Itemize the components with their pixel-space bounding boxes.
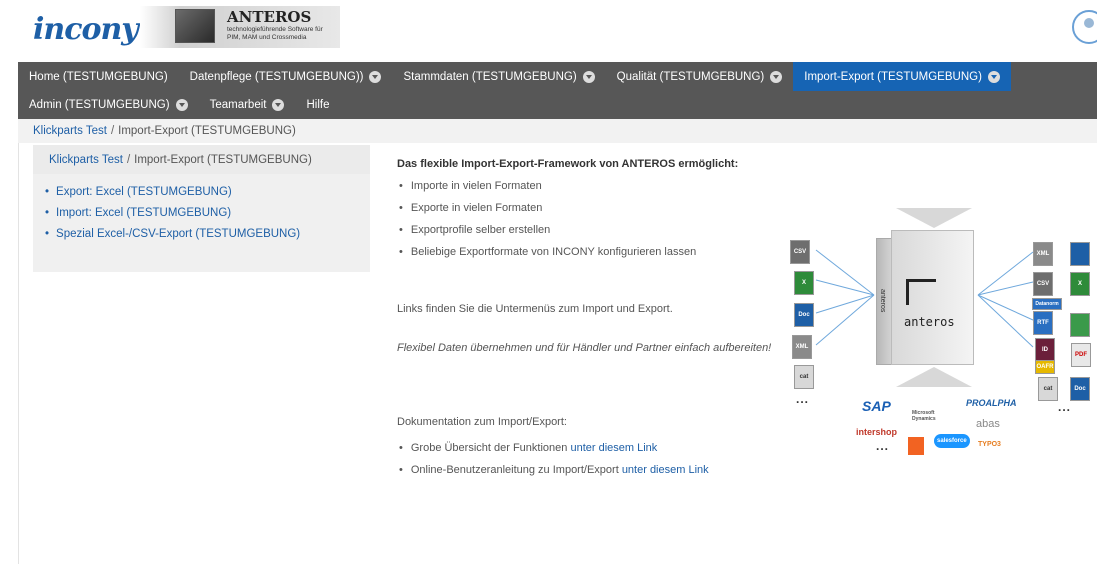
chevron-down-icon — [770, 70, 783, 83]
database-file-icon — [1070, 242, 1090, 266]
nav-datenpflege[interactable]: Datenpflege (TESTUMGEBUNG)) — [179, 62, 393, 91]
indesign-file-icon: ID — [1035, 338, 1055, 362]
more-dots: ... — [1058, 400, 1072, 414]
excel-file-icon: X — [794, 271, 814, 295]
intershop-logo: intershop — [856, 427, 898, 437]
feature-list: Importe in vielen Formaten Exporte in vi… — [397, 180, 797, 258]
abas-logo: abas — [976, 418, 1000, 430]
diagram-triangle-top — [896, 208, 972, 228]
breadcrumb-separator: / — [110, 125, 115, 137]
breadcrumb-root-link[interactable]: Klickparts Test — [33, 125, 107, 137]
list-item: Exportprofile selber erstellen — [399, 224, 797, 236]
user-avatar-icon[interactable] — [1072, 10, 1097, 44]
more-dots: ... — [796, 392, 810, 406]
salesforce-logo: salesforce — [934, 434, 970, 448]
nav-home[interactable]: Home (TESTUMGEBUNG) — [18, 62, 179, 91]
nav-teamarbeit[interactable]: Teamarbeit — [199, 91, 296, 119]
nav-row-2: Admin (TESTUMGEBUNG) Teamarbeit Hilfe — [18, 91, 340, 119]
nav-hilfe[interactable]: Hilfe — [295, 91, 340, 119]
anteros-logo-image — [175, 9, 215, 43]
sap-logo: SAP — [862, 398, 891, 414]
flex-text: Flexibel Daten übernehmen und für Händle… — [397, 342, 772, 354]
excel-file-icon: X — [1070, 272, 1090, 296]
microsoft-dynamics-logo: Microsoft Dynamics — [912, 410, 936, 422]
main-heading: Das flexible Import-Export-Framework von… — [397, 158, 739, 170]
catalog-file-icon: cat — [1038, 377, 1058, 401]
sidebar-breadcrumb-root[interactable]: Klickparts Test — [49, 154, 123, 166]
xml-file-icon: XML — [792, 335, 812, 359]
chevron-down-icon — [369, 70, 382, 83]
magento-logo-icon — [908, 437, 924, 455]
sidebar-breadcrumb-separator: / — [126, 153, 131, 166]
main-content: Das flexible Import-Export-Framework von… — [397, 158, 797, 476]
datanorm-file-icon: Datanorm — [1032, 298, 1062, 310]
breadcrumb-current: Import-Export (TESTUMGEBUNG) — [118, 125, 296, 137]
rtf-file-icon: RTF — [1033, 311, 1053, 335]
main-nav: Home (TESTUMGEBUNG) Datenpflege (TESTUMG… — [18, 62, 1097, 119]
list-item: Importe in vielen Formaten — [399, 180, 797, 192]
sidebar-breadcrumb-current: Import-Export (TESTUMGEBUNG) — [134, 153, 312, 166]
doc-list: Grobe Übersicht der Funktionen unter die… — [397, 442, 797, 486]
list-item: Beliebige Exportformate von INCONY konfi… — [399, 246, 797, 258]
divider — [18, 143, 19, 564]
nav-import-export[interactable]: Import-Export (TESTUMGEBUNG) — [793, 62, 1011, 91]
chevron-down-icon — [582, 70, 595, 83]
nav-qualitaet[interactable]: Qualität (TESTUMGEBUNG) — [606, 62, 794, 91]
chevron-down-icon — [987, 70, 1000, 83]
chevron-down-icon — [175, 99, 188, 111]
breadcrumb: Klickparts Test / Import-Export (TESTUMG… — [18, 119, 1097, 143]
links-text: Links finden Sie die Untermenüs zum Impo… — [397, 303, 673, 315]
sidebar: Klickparts Test / Import-Export (TESTUMG… — [33, 145, 370, 272]
nav-row-1: Home (TESTUMGEBUNG) Datenpflege (TESTUMG… — [18, 62, 1011, 91]
csv-file-icon: CSV — [790, 240, 810, 264]
sidebar-item-export-excel[interactable]: Export: Excel (TESTUMGEBUNG) — [45, 186, 370, 198]
list-item: Grobe Übersicht der Funktionen unter die… — [399, 442, 797, 454]
anteros-logo-title: ANTEROS — [227, 8, 312, 26]
xml-file-icon: XML — [1033, 242, 1053, 266]
document-file-icon: Doc — [794, 303, 814, 327]
diagram-triangle-bottom — [896, 367, 972, 387]
sidebar-item-import-excel[interactable]: Import: Excel (TESTUMGEBUNG) — [45, 207, 370, 219]
sidebar-item-spezial-export[interactable]: Spezial Excel-/CSV-Export (TESTUMGEBUNG) — [45, 228, 370, 240]
typo3-logo: TYPO3 — [978, 441, 1001, 448]
doku-heading: Dokumentation zum Import/Export: — [397, 416, 567, 428]
anteros-box-side: anteros — [876, 238, 892, 365]
sidebar-menu: Export: Excel (TESTUMGEBUNG) Import: Exc… — [33, 174, 370, 240]
catalog-file-icon: cat — [794, 365, 814, 389]
proalpha-logo: PROALPHA — [966, 398, 1017, 408]
anteros-box: anteros — [891, 230, 974, 365]
incony-logo[interactable]: incony — [33, 12, 139, 47]
doc-link-overview[interactable]: unter diesem Link — [570, 442, 657, 454]
chevron-down-icon — [272, 99, 285, 111]
list-item: Online-Benutzeranleitung zu Import/Expor… — [399, 464, 797, 476]
oafr-file-icon: OAFR — [1035, 360, 1055, 374]
pdf-file-icon: PDF — [1071, 343, 1091, 367]
anteros-box-logo-icon — [906, 279, 936, 305]
anteros-logo-subtitle: technologieführende Software für PIM, MA… — [227, 26, 323, 41]
spreadsheet-file-icon — [1070, 313, 1090, 337]
document-file-icon: Doc — [1070, 377, 1090, 401]
import-export-diagram: anteros anteros CSV X Doc XML cat ... XM… — [788, 205, 1097, 465]
nav-stammdaten[interactable]: Stammdaten (TESTUMGEBUNG) — [392, 62, 605, 91]
more-dots: ... — [876, 439, 890, 453]
csv-file-icon: CSV — [1033, 272, 1053, 296]
doc-link-manual[interactable]: unter diesem Link — [622, 464, 709, 476]
nav-admin[interactable]: Admin (TESTUMGEBUNG) — [18, 91, 199, 119]
list-item: Exporte in vielen Formaten — [399, 202, 797, 214]
header: incony ANTEROS technologieführende Softw… — [0, 0, 1097, 62]
anteros-logo: ANTEROS technologieführende Software für… — [140, 6, 340, 48]
sidebar-breadcrumb: Klickparts Test / Import-Export (TESTUMG… — [33, 145, 370, 174]
